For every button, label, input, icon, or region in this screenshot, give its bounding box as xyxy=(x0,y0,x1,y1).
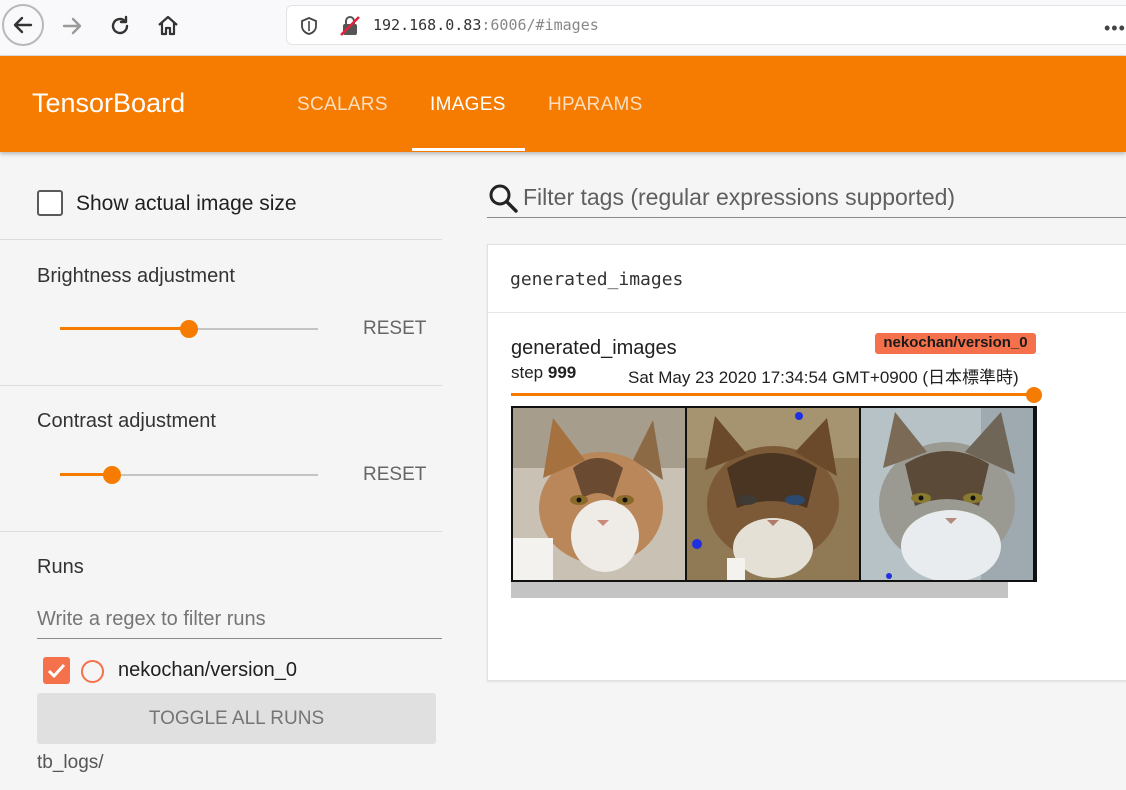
back-button[interactable] xyxy=(2,4,44,46)
generated-cat-image xyxy=(687,408,859,580)
runs-filter-input[interactable]: Write a regex to filter runs xyxy=(37,604,442,639)
show-actual-size-checkbox[interactable] xyxy=(37,190,63,216)
app-brand: TensorBoard xyxy=(32,88,186,118)
slider-thumb[interactable] xyxy=(180,320,198,338)
forward-button[interactable] xyxy=(52,6,92,46)
runs-filter-placeholder: Write a regex to filter runs xyxy=(37,608,266,630)
tag-filter-placeholder: Filter tags (regular expressions support… xyxy=(523,184,956,210)
brightness-title: Brightness adjustment xyxy=(37,265,235,287)
brightness-reset-button[interactable]: RESET xyxy=(363,318,426,340)
check-icon xyxy=(47,663,66,679)
reload-icon xyxy=(111,15,129,35)
divider xyxy=(0,531,442,532)
generated-cat-image xyxy=(513,408,685,580)
generated-cat-image xyxy=(861,408,1033,580)
contrast-title: Contrast adjustment xyxy=(37,410,216,432)
brightness-slider[interactable] xyxy=(60,317,318,341)
image-card: generated_images generated_images nekoch… xyxy=(487,244,1126,681)
divider xyxy=(0,385,442,386)
contrast-slider[interactable] xyxy=(60,463,318,487)
generated-image-grid[interactable] xyxy=(511,406,1037,582)
slider-thumb[interactable] xyxy=(103,466,121,484)
home-button[interactable] xyxy=(148,6,188,46)
toggle-all-runs-button[interactable]: TOGGLE ALL RUNS xyxy=(37,693,436,744)
timestamp: Sat May 23 2020 17:34:54 GMT+0900 (日本標準時… xyxy=(628,368,1019,387)
image-name: generated_images xyxy=(511,337,677,359)
tab-scalars[interactable]: SCALARS xyxy=(297,94,388,116)
step-slider-track[interactable] xyxy=(511,393,1033,396)
slider-fill xyxy=(60,327,189,330)
step-label: step 999 xyxy=(511,363,577,382)
step-slider-thumb[interactable] xyxy=(1026,387,1042,403)
reload-button[interactable] xyxy=(100,6,140,46)
logdir-label: tb_logs/ xyxy=(37,752,104,773)
search-icon xyxy=(489,184,518,213)
contrast-reset-button[interactable]: RESET xyxy=(363,464,426,486)
active-tab-indicator xyxy=(412,148,525,151)
insecure-lock-icon[interactable] xyxy=(339,15,361,37)
url-bar[interactable]: 192.168.0.83:6006/#images xyxy=(286,5,1126,45)
run-checkbox[interactable] xyxy=(43,657,70,684)
forward-icon xyxy=(62,17,82,35)
browser-toolbar: 192.168.0.83:6006/#images ••• xyxy=(0,0,1126,56)
tab-hparams[interactable]: HPARAMS xyxy=(548,94,643,116)
step-value: 999 xyxy=(547,363,577,382)
app-header: TensorBoard SCALARS IMAGES HPARAMS xyxy=(0,56,1126,152)
sidebar: Show actual image size Brightness adjust… xyxy=(0,152,442,790)
divider xyxy=(0,239,442,240)
runs-title: Runs xyxy=(37,556,84,578)
tab-images[interactable]: IMAGES xyxy=(430,94,506,116)
horizontal-scrollbar[interactable] xyxy=(511,582,1008,598)
card-header[interactable]: generated_images xyxy=(488,245,1126,313)
shield-icon[interactable] xyxy=(299,16,319,36)
home-icon xyxy=(158,15,178,36)
show-actual-size-label: Show actual image size xyxy=(76,192,297,215)
run-color-radio[interactable] xyxy=(81,660,104,683)
tag-filter-input[interactable]: Filter tags (regular expressions support… xyxy=(487,178,1126,218)
run-badge: nekochan/version_0 xyxy=(875,333,1036,354)
url-text: 192.168.0.83:6006/#images xyxy=(373,16,599,34)
more-icon[interactable]: ••• xyxy=(1104,18,1126,39)
card-title: generated_images xyxy=(510,269,684,290)
run-label: nekochan/version_0 xyxy=(118,659,298,681)
back-icon xyxy=(13,16,33,34)
